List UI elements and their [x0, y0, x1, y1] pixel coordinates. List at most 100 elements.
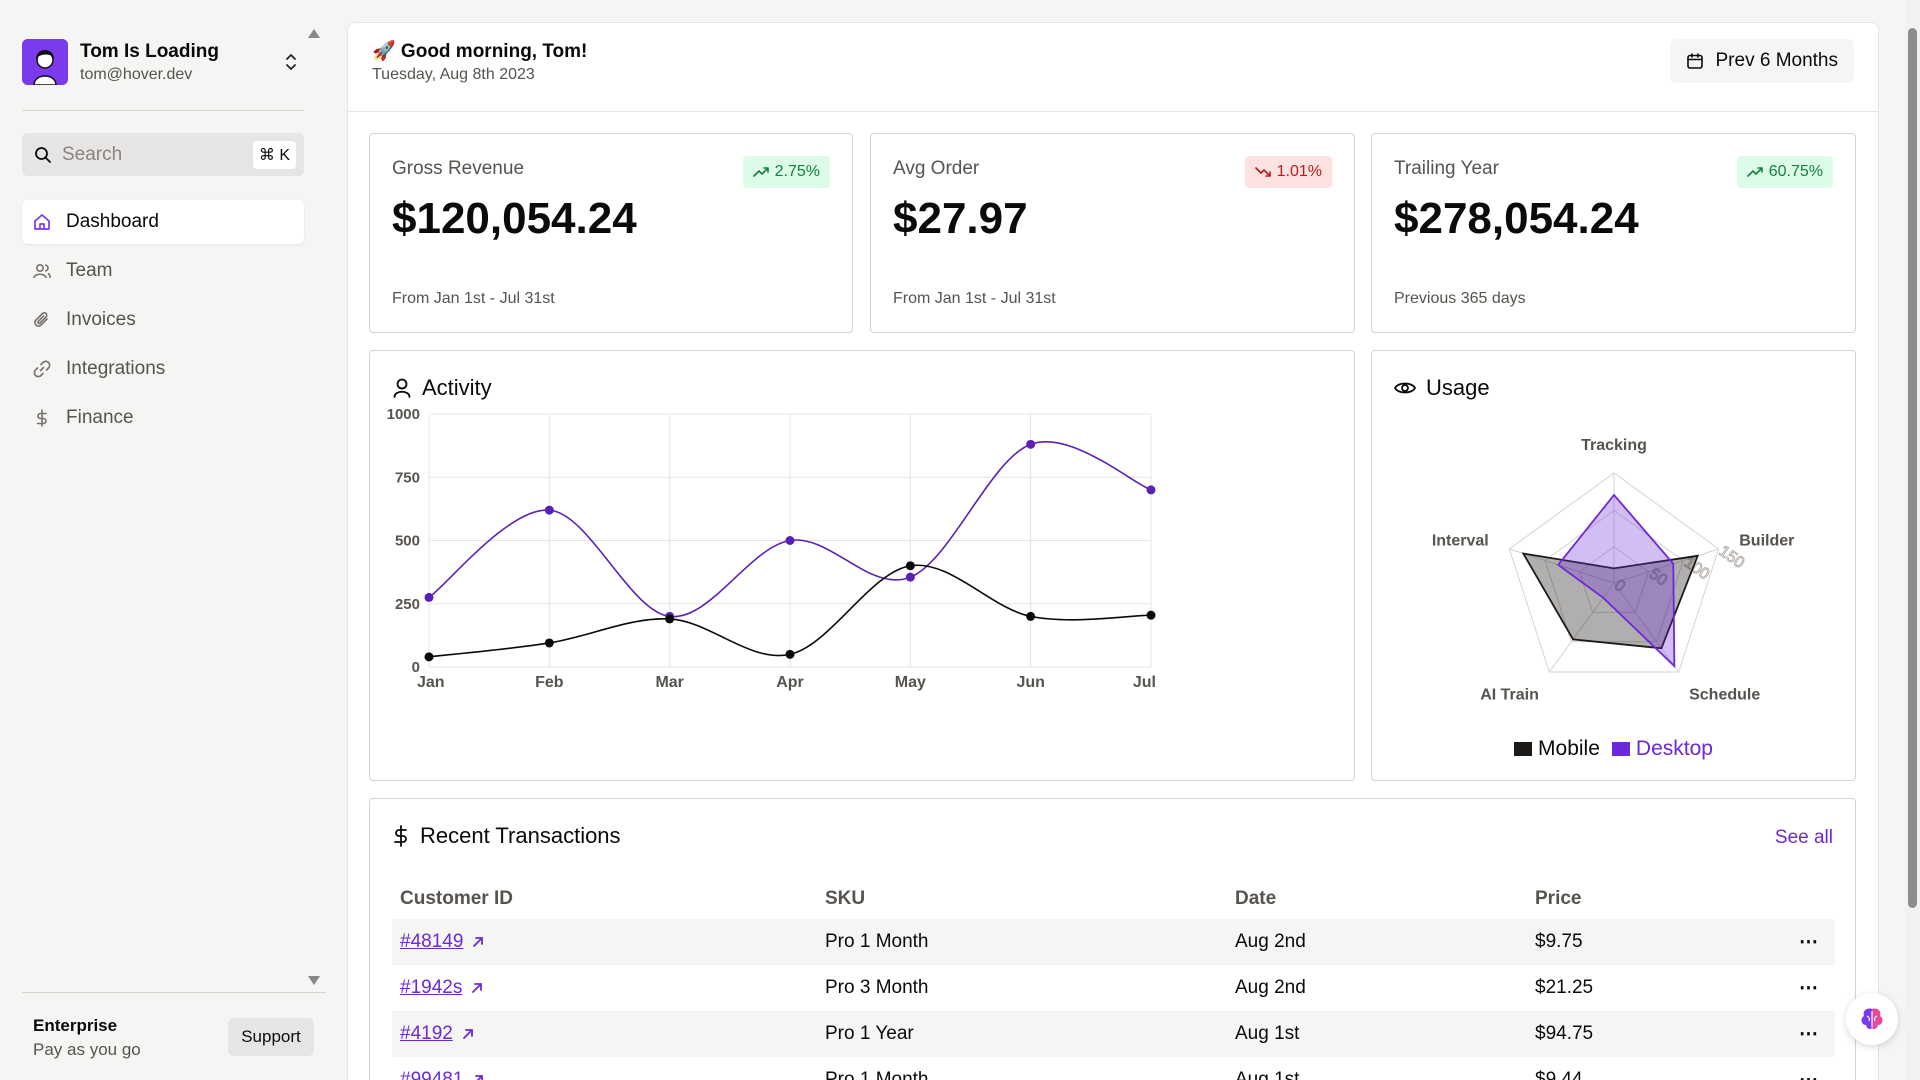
- trending-up-icon: [1746, 167, 1763, 177]
- sku-cell: Pro 1 Month: [825, 1069, 929, 1080]
- table-header-row: Customer ID SKU Date Price: [392, 879, 1835, 919]
- column-header-actions: [1747, 879, 1835, 919]
- x-tick-label: May: [895, 674, 926, 691]
- account-email: tom@hover.dev: [80, 65, 193, 83]
- see-all-link[interactable]: See all: [1775, 827, 1833, 849]
- nav-item-team[interactable]: Team: [22, 249, 304, 293]
- stat-footnote: From Jan 1st - Jul 31st: [893, 290, 1056, 307]
- table-row: #99481 Pro 1 Month Aug 1st $9.44 ⋯: [392, 1057, 1835, 1080]
- search-shortcut: ⌘ K: [252, 141, 296, 169]
- activity-line-chart: 02505007501000Jan Feb Mar Apr May Jun Jul: [387, 406, 1156, 691]
- link-icon: [33, 360, 51, 378]
- search-bar[interactable]: ⌘ K: [22, 133, 304, 176]
- table-row: #4192 Pro 1 Year Aug 1st $94.75 ⋯: [392, 1011, 1835, 1057]
- scroll-down-arrow[interactable]: [307, 974, 321, 992]
- avatar: [22, 39, 68, 85]
- paperclip-icon: [34, 312, 48, 327]
- price-cell: $94.75: [1527, 1011, 1747, 1057]
- row-actions-icon[interactable]: ⋯: [1747, 1011, 1835, 1057]
- radar-axis-label: Schedule: [1689, 687, 1760, 704]
- trend-value: 1.01%: [1276, 163, 1322, 180]
- data-point: [424, 592, 434, 602]
- page-scrollbar[interactable]: [1905, 0, 1920, 1080]
- scroll-up-arrow[interactable]: [307, 26, 321, 44]
- data-point: [665, 614, 675, 624]
- data-point: [1146, 485, 1156, 495]
- nav-item-invoices[interactable]: Invoices: [22, 298, 304, 342]
- data-point: [905, 561, 915, 571]
- y-tick-label: 1000: [387, 406, 420, 423]
- y-tick-label: 500: [395, 533, 420, 550]
- legend-item-mobile[interactable]: Mobile: [1514, 737, 1600, 761]
- nav-item-dashboard[interactable]: Dashboard: [22, 200, 304, 244]
- arrow-up-right-icon[interactable]: [471, 935, 485, 949]
- sidebar: Tom Is Loading tom@hover.dev ⌘ K Dashboa…: [0, 0, 328, 1080]
- calendar-icon: [1686, 53, 1703, 69]
- stat-value: $120,054.24: [392, 194, 637, 243]
- plan-subtitle: Pay as you go: [33, 1040, 141, 1059]
- legend-item-desktop[interactable]: Desktop: [1611, 737, 1713, 761]
- data-point: [785, 649, 795, 659]
- account-switcher[interactable]: Tom Is Loading tom@hover.dev: [22, 36, 302, 88]
- assistant-button[interactable]: [1846, 993, 1898, 1045]
- column-header[interactable]: SKU: [817, 879, 1227, 919]
- stat-footnote: From Jan 1st - Jul 31st: [392, 290, 555, 307]
- period-selector-button[interactable]: Prev 6 Months: [1669, 39, 1854, 83]
- data-point: [1026, 439, 1036, 449]
- trend-value: 60.75%: [1768, 163, 1823, 180]
- date-cell: Aug 2nd: [1235, 977, 1306, 998]
- trend-badge: 60.75%: [1736, 156, 1833, 188]
- stat-value: $27.97: [893, 194, 1028, 243]
- stat-label: Trailing Year: [1394, 158, 1499, 179]
- row-actions-icon[interactable]: ⋯: [1747, 1057, 1835, 1080]
- customer-id-link[interactable]: #99481: [400, 1069, 463, 1080]
- trend-badge: 2.75%: [742, 156, 830, 188]
- legend-label: Mobile: [1538, 737, 1600, 760]
- radar-axis-label: Interval: [1432, 532, 1489, 549]
- transactions-title: Recent Transactions: [420, 823, 621, 848]
- nav-item-label: Dashboard: [66, 211, 159, 232]
- main-nav: Dashboard Team Invoices Integrations Fin…: [22, 200, 304, 445]
- table-row: #1942s Pro 3 Month Aug 2nd $21.25 ⋯: [392, 965, 1835, 1011]
- current-date: Tuesday, Aug 8th 2023: [372, 66, 535, 83]
- radar-axis-label: AI Train: [1480, 687, 1539, 704]
- search-input[interactable]: [62, 143, 242, 166]
- usage-card: Usage Tracking Builder Schedule AI Train Int…: [1371, 350, 1856, 781]
- row-actions-icon[interactable]: ⋯: [1747, 919, 1835, 965]
- row-actions-icon[interactable]: ⋯: [1747, 965, 1835, 1011]
- nav-item-integrations[interactable]: Integrations: [22, 347, 304, 391]
- avatar-illustration: [22, 39, 68, 85]
- column-header[interactable]: Date: [1227, 879, 1527, 919]
- trending-down-icon: [1254, 167, 1271, 177]
- x-tick-label: Feb: [535, 674, 564, 691]
- stat-card-avg-order: Avg Order 1.01% $27.97 From Jan 1st - Ju…: [870, 133, 1355, 333]
- column-header[interactable]: Price: [1527, 879, 1747, 919]
- arrow-up-right-icon[interactable]: [461, 1027, 475, 1041]
- trending-up-icon: [752, 167, 769, 177]
- nav-item-label: Team: [66, 260, 113, 281]
- nav-item-finance[interactable]: Finance: [22, 396, 304, 440]
- customer-id-link[interactable]: #4192: [400, 1023, 453, 1044]
- column-header[interactable]: Customer ID: [392, 879, 817, 919]
- brain-icon: [1861, 1008, 1883, 1030]
- sku-cell: Pro 1 Year: [817, 1011, 1227, 1057]
- arrow-up-right-icon[interactable]: [471, 1073, 485, 1080]
- data-point: [785, 536, 795, 545]
- table-row: #48149 Pro 1 Month Aug 2nd $9.75 ⋯: [392, 919, 1835, 965]
- radar-axis-label: Builder: [1739, 532, 1794, 549]
- date-cell: Aug 1st: [1235, 1069, 1300, 1080]
- period-label: Prev 6 Months: [1715, 50, 1839, 71]
- customer-id-link[interactable]: #48149: [400, 931, 463, 952]
- arrow-up-right-icon[interactable]: [470, 981, 484, 995]
- transactions-table: Customer ID SKU Date Price #48149 Pro 1 …: [392, 879, 1835, 1080]
- scrollbar-thumb[interactable]: [1908, 28, 1917, 908]
- date-cell: Aug 2nd: [1227, 919, 1527, 965]
- support-button[interactable]: Support: [228, 1018, 314, 1056]
- chevron-up-down-icon[interactable]: [280, 47, 302, 77]
- search-icon: [35, 146, 51, 163]
- customer-cell: #99481: [392, 1057, 817, 1080]
- data-point: [544, 638, 554, 648]
- legend-label: Desktop: [1635, 737, 1713, 760]
- customer-id-link[interactable]: #1942s: [400, 977, 462, 998]
- price-cell: $9.44: [1535, 1069, 1583, 1080]
